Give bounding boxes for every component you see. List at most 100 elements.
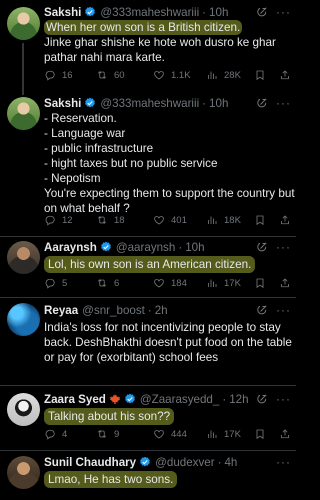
share-button[interactable] <box>279 276 291 290</box>
grok-icon[interactable] <box>256 6 268 18</box>
views-button[interactable]: 17K <box>206 276 241 290</box>
like-button[interactable]: 444 <box>153 427 187 441</box>
tweet-sakshi-1[interactable]: Sakshi @333maheshwariii · 10h ··· When h… <box>0 0 296 95</box>
reply-count: 16 <box>62 69 73 81</box>
share-icon <box>279 214 291 226</box>
grok-icon[interactable] <box>256 241 268 253</box>
timestamp[interactable]: 10h <box>209 6 228 19</box>
share-icon <box>279 69 291 81</box>
author-name[interactable]: Sakshi <box>44 6 81 19</box>
like-count: 444 <box>171 428 187 440</box>
more-options-icon[interactable]: ··· <box>276 6 290 18</box>
repost-button[interactable]: 6 <box>96 276 119 290</box>
text-line: - public infrastructure <box>44 142 154 155</box>
tweet-aaraynsh[interactable]: Aaraynsh @aaraynsh · 10h ··· Lol, his ow… <box>0 237 296 294</box>
text-line: - Language war <box>44 127 126 140</box>
grok-icon[interactable] <box>256 97 268 109</box>
separator-dot: · <box>147 303 152 317</box>
bookmark-button[interactable] <box>254 213 266 227</box>
more-options-icon[interactable]: ··· <box>276 304 290 316</box>
tweet-header: Reyaa @snr_boost · 2h <box>44 303 168 317</box>
like-button[interactable]: 1.1K <box>153 68 191 82</box>
text-line: Lmao, He has two sons. <box>44 471 178 488</box>
avatar[interactable] <box>7 7 40 40</box>
author-handle[interactable]: @333maheshwariii <box>100 97 199 110</box>
bookmark-icon <box>254 277 266 289</box>
reply-button[interactable]: 5 <box>44 276 67 290</box>
share-button[interactable] <box>279 427 291 441</box>
like-count: 1.1K <box>171 69 191 81</box>
timestamp[interactable]: 4h <box>224 456 237 469</box>
author-handle[interactable]: @Zaarasyedd_ <box>140 393 219 406</box>
author-name[interactable]: Zaara Syed <box>44 393 106 406</box>
timestamp[interactable]: 10h <box>185 241 204 254</box>
separator-dot: · <box>202 5 207 19</box>
tweet-zaara[interactable]: Zaara Syed @Zaarasyedd_ · 12h ··· Talkin… <box>0 386 296 448</box>
author-handle[interactable]: @dudexver <box>155 456 214 469</box>
bookmark-button[interactable] <box>254 68 266 82</box>
reply-count: 5 <box>62 277 68 289</box>
repost-count: 18 <box>114 214 125 226</box>
author-name[interactable]: Sakshi <box>44 97 81 110</box>
action-bar: 12 18 401 18K <box>44 213 290 227</box>
tweet-sunil[interactable]: Sunil Chaudhary @dudexver · 4h ··· Lmao,… <box>0 451 296 500</box>
reply-icon <box>44 428 56 440</box>
author-name[interactable]: Aaraynsh <box>44 241 97 254</box>
views-button[interactable]: 18K <box>206 213 241 227</box>
avatar[interactable] <box>7 97 40 130</box>
reply-icon <box>44 277 56 289</box>
more-options-icon[interactable]: ··· <box>276 456 290 468</box>
grok-icon[interactable] <box>256 393 268 405</box>
views-button[interactable]: 17K <box>206 427 241 441</box>
author-handle[interactable]: @aaraynsh <box>116 241 175 254</box>
bookmark-button[interactable] <box>254 276 266 290</box>
share-button[interactable] <box>279 213 291 227</box>
text-line: You're expecting them to support the cou… <box>44 187 295 200</box>
avatar[interactable] <box>7 303 40 336</box>
tweet-sakshi-2[interactable]: Sakshi @333maheshwariii · 10h ··· - Rese… <box>0 93 296 235</box>
repost-button[interactable]: 60 <box>96 68 125 82</box>
text-line: - hight taxes but no public service <box>44 157 218 170</box>
avatar[interactable] <box>7 241 40 274</box>
action-bar: 4 9 444 17K <box>44 427 290 441</box>
separator-dot: · <box>202 96 207 110</box>
reply-icon <box>44 214 56 226</box>
repost-icon <box>96 428 108 440</box>
grok-icon[interactable] <box>256 304 268 316</box>
avatar[interactable] <box>7 393 40 426</box>
timestamp[interactable]: 10h <box>209 97 228 110</box>
author-handle[interactable]: @333maheshwariii <box>100 6 199 19</box>
views-icon <box>206 214 218 226</box>
timestamp[interactable]: 12h <box>229 393 248 406</box>
avatar[interactable] <box>7 456 40 489</box>
views-icon <box>206 428 218 440</box>
tweet-header: Aaraynsh @aaraynsh · 10h <box>44 240 205 254</box>
reply-count: 12 <box>62 214 73 226</box>
like-button[interactable]: 401 <box>153 213 187 227</box>
tweet-reyaa[interactable]: Reyaa @snr_boost · 2h ··· India's loss f… <box>0 298 296 383</box>
author-name[interactable]: Sunil Chaudhary <box>44 456 136 469</box>
reply-button[interactable]: 12 <box>44 213 73 227</box>
views-button[interactable]: 28K <box>206 68 241 82</box>
text-line: - Nepotism <box>44 172 101 185</box>
more-options-icon[interactable]: ··· <box>276 393 290 405</box>
timestamp[interactable]: 2h <box>155 304 168 317</box>
author-handle[interactable]: @snr_boost <box>82 304 145 317</box>
reply-button[interactable]: 16 <box>44 68 73 82</box>
more-options-icon[interactable]: ··· <box>276 97 290 109</box>
text-line: back. DeshBhakthi doesn't put food on th… <box>44 336 292 349</box>
repost-button[interactable]: 18 <box>96 213 125 227</box>
bookmark-button[interactable] <box>254 427 266 441</box>
like-button[interactable]: 184 <box>153 276 187 290</box>
share-button[interactable] <box>279 68 291 82</box>
repost-button[interactable]: 9 <box>96 427 119 441</box>
more-options-icon[interactable]: ··· <box>276 241 290 253</box>
verified-icon <box>139 456 151 468</box>
text-line: When her own son is a British citizen. <box>44 20 243 35</box>
author-name[interactable]: Reyaa <box>44 304 78 317</box>
tweet-header: Sunil Chaudhary @dudexver · 4h <box>44 455 237 469</box>
bookmark-icon <box>254 214 266 226</box>
separator-dot: · <box>217 455 222 469</box>
tweet-header: Zaara Syed @Zaarasyedd_ · 12h <box>44 392 249 406</box>
reply-button[interactable]: 4 <box>44 427 67 441</box>
